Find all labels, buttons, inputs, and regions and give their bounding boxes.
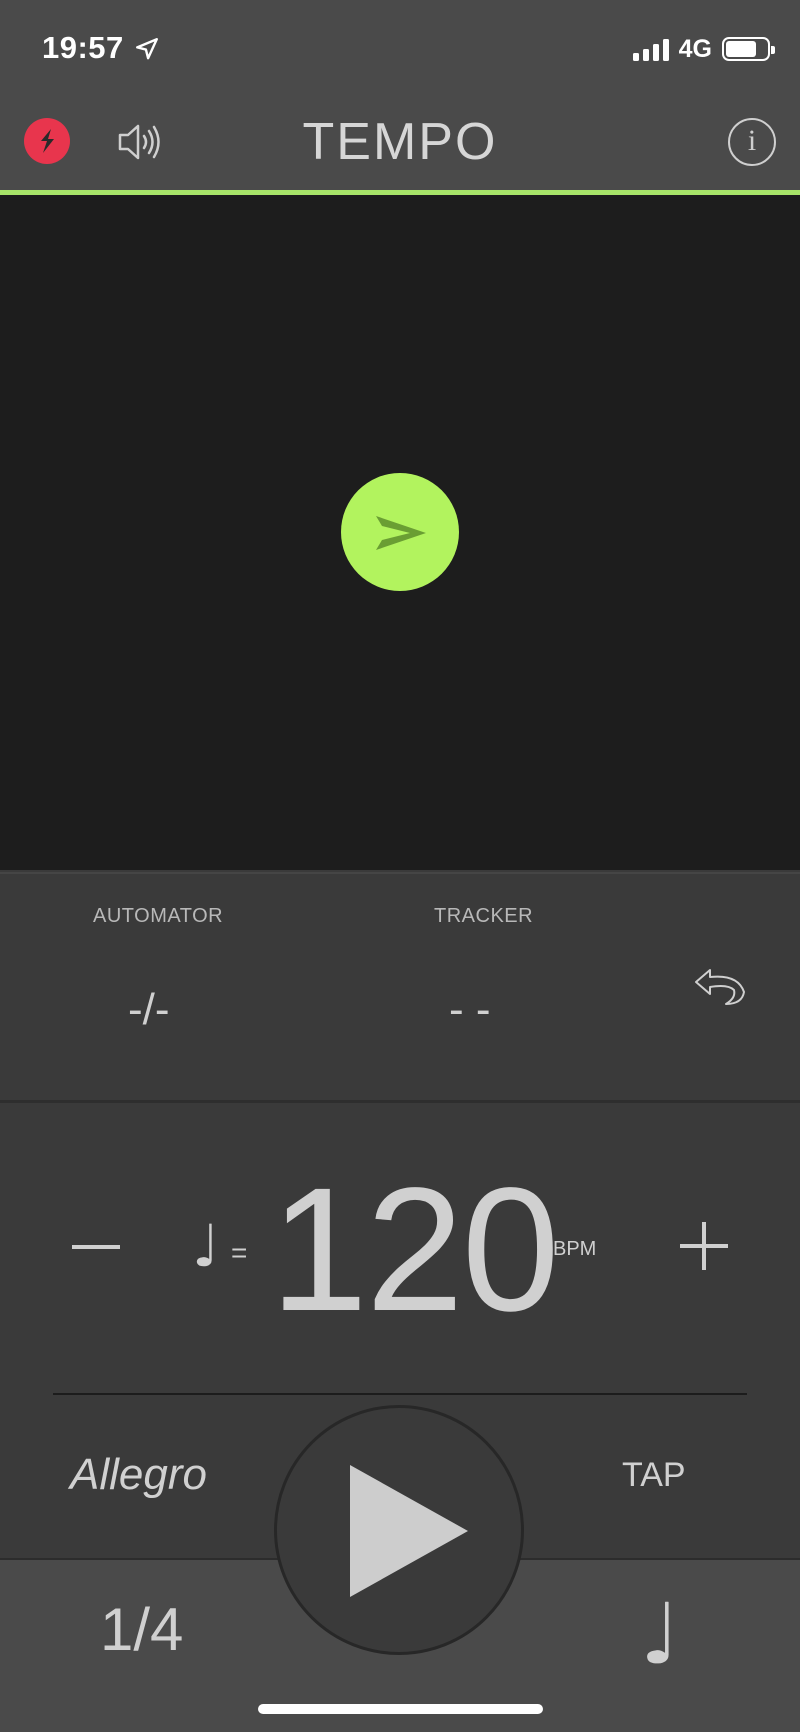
quarter-note-icon: ♩ <box>192 1212 220 1280</box>
page-title: TEMPO <box>302 113 498 171</box>
status-time: 19:57 <box>42 30 124 65</box>
tracker-value[interactable]: - - <box>449 985 491 1035</box>
network-type: 4G <box>678 34 712 63</box>
play-button[interactable] <box>274 1405 524 1655</box>
automator-label: AUTOMATOR <box>93 905 224 927</box>
home-indicator[interactable] <box>258 1704 543 1714</box>
play-icon <box>350 1465 468 1597</box>
status-indicators: 4G <box>632 34 775 64</box>
status-bar: 19:57 4G <box>0 0 800 100</box>
signal-bars-icon <box>632 37 669 61</box>
automator-value[interactable]: -/- <box>128 985 170 1035</box>
undo-icon[interactable] <box>692 962 748 1010</box>
location-arrow-icon <box>136 38 158 60</box>
tracker-label: TRACKER <box>434 905 534 927</box>
plus-icon[interactable] <box>680 1222 728 1270</box>
subdivision-note-icon[interactable]: ♩ <box>640 1585 680 1683</box>
bpm-unit: BPM <box>553 1238 597 1260</box>
minus-icon[interactable] <box>72 1245 120 1249</box>
beat-indicator[interactable] <box>341 473 459 591</box>
info-icon[interactable]: i <box>728 118 776 166</box>
tempo-divider <box>53 1393 747 1395</box>
equals-sign: = <box>231 1237 248 1268</box>
bpm-value[interactable]: 120 <box>270 1162 560 1338</box>
accent-marker-icon <box>376 516 426 550</box>
battery-icon <box>722 37 775 61</box>
tempo-marking[interactable]: Allegro <box>70 1450 207 1500</box>
time-signature[interactable]: 1/4 <box>100 1595 183 1664</box>
tap-button[interactable]: TAP <box>622 1456 686 1495</box>
